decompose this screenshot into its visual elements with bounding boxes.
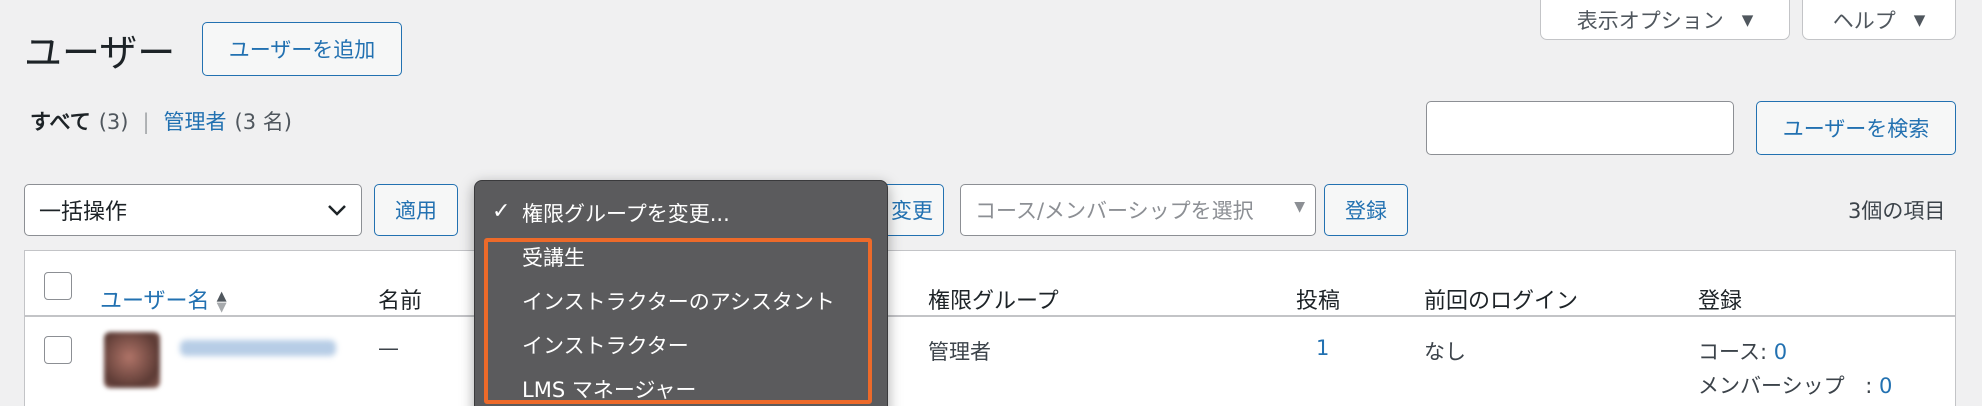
avatar bbox=[104, 332, 160, 388]
course-label: コース: bbox=[1698, 340, 1768, 364]
membership-count[interactable]: 0 bbox=[1879, 374, 1892, 398]
row-posts[interactable]: 1 bbox=[1316, 336, 1329, 360]
screen-options-button[interactable]: 表示オプション ▼ bbox=[1540, 0, 1790, 40]
search-users-button[interactable]: ユーザーを検索 bbox=[1756, 101, 1956, 155]
caret-down-icon: ▼ bbox=[1294, 199, 1305, 215]
caret-down-icon: ▼ bbox=[1913, 10, 1926, 29]
row-name: — bbox=[378, 336, 399, 360]
add-user-label: ユーザーを追加 bbox=[228, 38, 376, 62]
column-username[interactable]: ユーザー名 ▲ ▼ bbox=[100, 283, 227, 315]
membership-label: メンバーシップ bbox=[1698, 374, 1845, 398]
screen-options-label: 表示オプション bbox=[1576, 8, 1724, 33]
search-input[interactable] bbox=[1426, 101, 1734, 155]
column-name: 名前 bbox=[378, 289, 423, 314]
register-label: 登録 bbox=[1345, 199, 1387, 223]
table-header-divider bbox=[25, 315, 1955, 317]
row-membership-registration: メンバーシップ : 0 bbox=[1698, 370, 1892, 400]
chevron-down-icon bbox=[328, 205, 346, 216]
row-checkbox[interactable] bbox=[44, 336, 72, 364]
bulk-action-value: 一括操作 bbox=[39, 200, 128, 225]
users-table bbox=[24, 250, 1956, 406]
register-button[interactable]: 登録 bbox=[1324, 184, 1408, 236]
column-posts: 投稿 bbox=[1296, 289, 1341, 314]
caret-down-icon: ▼ bbox=[1741, 10, 1754, 29]
filter-all-count: (3) bbox=[98, 110, 129, 134]
column-registration: 登録 bbox=[1698, 289, 1743, 314]
username-link[interactable] bbox=[180, 340, 336, 356]
search-users-label: ユーザーを検索 bbox=[1782, 117, 1930, 141]
membership-select-placeholder: コース/メンバーシップを選択 bbox=[975, 199, 1254, 223]
highlight-frame bbox=[484, 238, 872, 404]
change-role-label: 変更 bbox=[891, 199, 933, 223]
sort-icon: ▲ ▼ bbox=[216, 289, 227, 315]
add-user-button[interactable]: ユーザーを追加 bbox=[202, 22, 402, 76]
filter-all[interactable]: すべて bbox=[30, 106, 91, 136]
help-label: ヘルプ bbox=[1832, 8, 1896, 33]
apply-button[interactable]: 適用 bbox=[374, 184, 458, 236]
row-course-registration: コース: 0 bbox=[1698, 336, 1787, 366]
column-role: 権限グループ bbox=[928, 289, 1059, 314]
dropdown-item-selected[interactable]: 権限グループを変更... bbox=[522, 198, 730, 228]
row-role: 管理者 bbox=[928, 340, 991, 364]
column-last-login: 前回のログイン bbox=[1424, 289, 1579, 314]
help-button[interactable]: ヘルプ ▼ bbox=[1802, 0, 1956, 40]
checkmark-icon: ✓ bbox=[492, 199, 511, 224]
course-count[interactable]: 0 bbox=[1774, 340, 1787, 364]
select-all-checkbox[interactable] bbox=[44, 272, 72, 300]
membership-sep: : bbox=[1865, 374, 1873, 398]
page-title: ユーザー bbox=[24, 31, 176, 75]
apply-label: 適用 bbox=[395, 199, 437, 223]
bulk-action-select[interactable]: 一括操作 bbox=[24, 184, 362, 236]
item-count: 3個の項目 bbox=[1848, 199, 1946, 223]
filter-admin[interactable]: 管理者 bbox=[164, 106, 227, 136]
filter-separator: | bbox=[142, 110, 150, 134]
row-last-login: なし bbox=[1424, 340, 1466, 364]
membership-select[interactable]: コース/メンバーシップを選択 ▼ bbox=[960, 184, 1316, 236]
filter-admin-count: (3 名) bbox=[234, 110, 292, 134]
